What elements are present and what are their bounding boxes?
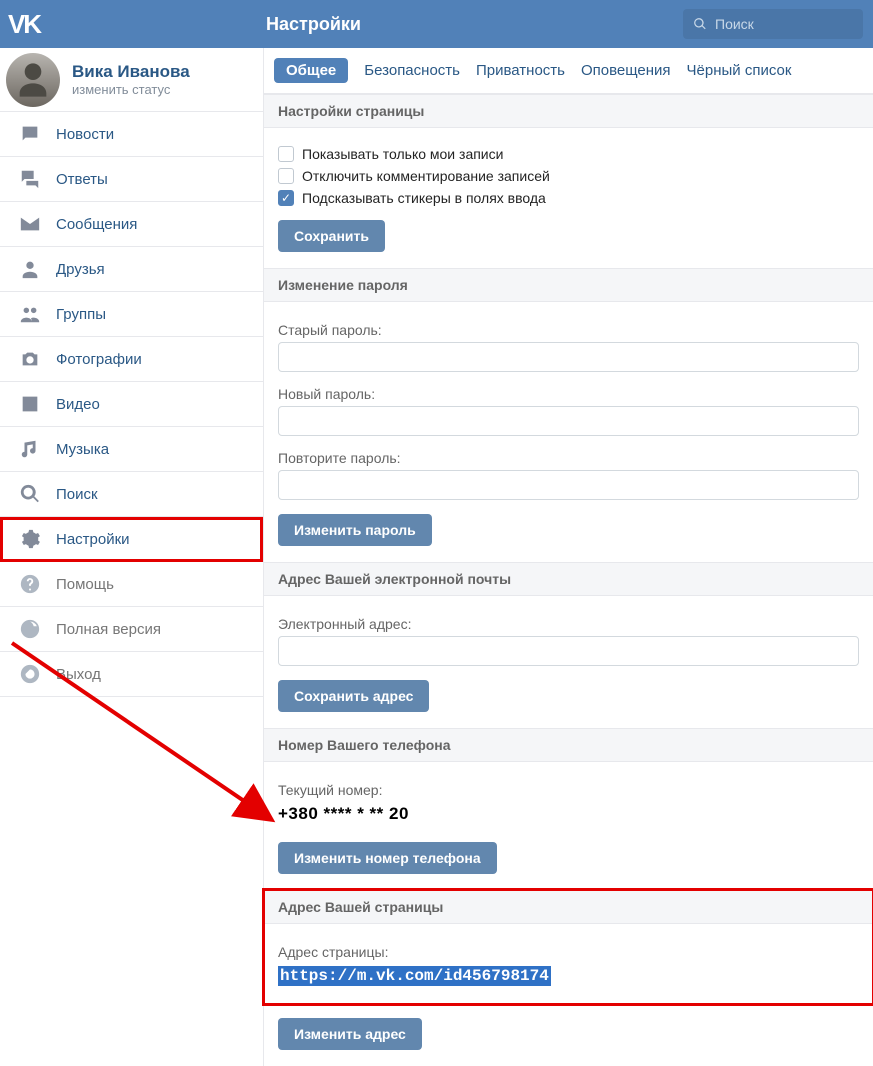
search-input[interactable]: Поиск: [683, 9, 863, 39]
checkbox-stickers[interactable]: Подсказывать стикеры в полях ввода: [278, 190, 859, 206]
sidebar-item-fullversion[interactable]: Полная версия: [0, 607, 263, 652]
sidebar: Вика Иванова изменить статус Новости Отв…: [0, 48, 263, 1066]
sidebar-item-label: Видео: [56, 396, 100, 413]
section-header-page: Настройки страницы: [264, 94, 873, 128]
sidebar-item-label: Друзья: [56, 261, 105, 278]
sidebar-item-label: Фотографии: [56, 351, 142, 368]
vk-logo[interactable]: VK: [0, 0, 48, 48]
sidebar-item-label: Выход: [56, 666, 101, 683]
page-url[interactable]: https://m.vk.com/id456798174: [278, 966, 551, 986]
sidebar-item-friends[interactable]: Друзья: [0, 247, 263, 292]
sidebar-item-label: Настройки: [56, 531, 130, 548]
sidebar-item-help[interactable]: Помощь: [0, 562, 263, 607]
sidebar-item-label: Ответы: [56, 171, 108, 188]
change-password-button[interactable]: Изменить пароль: [278, 514, 432, 546]
section-header-phone: Номер Вашего телефона: [264, 728, 873, 762]
music-icon: [18, 437, 42, 461]
profile-block[interactable]: Вика Иванова изменить статус: [0, 48, 263, 112]
sidebar-item-label: Новости: [56, 126, 114, 143]
change-phone-button[interactable]: Изменить номер телефона: [278, 842, 497, 874]
page-title: Настройки: [48, 14, 361, 35]
film-icon: [18, 392, 42, 416]
sidebar-item-label: Поиск: [56, 486, 98, 503]
search-icon: [693, 17, 707, 31]
tab-privacy[interactable]: Приватность: [476, 62, 565, 79]
envelope-icon: [18, 212, 42, 236]
help-icon: [18, 572, 42, 596]
globe-icon: [18, 617, 42, 641]
address-highlighted-section: Адрес Вашей страницы Адрес страницы: htt…: [264, 890, 873, 1004]
sidebar-item-settings[interactable]: Настройки: [0, 517, 263, 562]
new-password-input[interactable]: [278, 406, 859, 436]
main-area: Общее Безопасность Приватность Оповещени…: [263, 48, 873, 1066]
sidebar-item-label: Помощь: [56, 576, 114, 593]
address-label: Адрес страницы:: [278, 944, 859, 960]
profile-status[interactable]: изменить статус: [72, 82, 190, 97]
email-input[interactable]: [278, 636, 859, 666]
top-bar: VK Настройки Поиск: [0, 0, 873, 48]
sidebar-item-label: Группы: [56, 306, 106, 323]
sidebar-item-replies[interactable]: Ответы: [0, 157, 263, 202]
tab-general[interactable]: Общее: [274, 58, 348, 83]
tab-notifications[interactable]: Оповещения: [581, 62, 671, 79]
checkbox-label: Отключить комментирование записей: [302, 168, 550, 184]
profile-name[interactable]: Вика Иванова: [72, 62, 190, 82]
camera-icon: [18, 347, 42, 371]
avatar[interactable]: [6, 53, 60, 107]
sidebar-item-label: Полная версия: [56, 621, 161, 638]
sidebar-item-music[interactable]: Музыка: [0, 427, 263, 472]
logout-icon: [18, 662, 42, 686]
checkbox-show-mine[interactable]: Показывать только мои записи: [278, 146, 859, 162]
sidebar-item-photos[interactable]: Фотографии: [0, 337, 263, 382]
email-label: Электронный адрес:: [278, 616, 859, 632]
sidebar-item-groups[interactable]: Группы: [0, 292, 263, 337]
old-password-input[interactable]: [278, 342, 859, 372]
section-header-address: Адрес Вашей страницы: [264, 890, 873, 924]
section-header-email: Адрес Вашей электронной почты: [264, 562, 873, 596]
user-icon: [18, 257, 42, 281]
tab-security[interactable]: Безопасность: [364, 62, 460, 79]
checkbox-label: Подсказывать стикеры в полях ввода: [302, 190, 546, 206]
checkbox-disable-comments[interactable]: Отключить комментирование записей: [278, 168, 859, 184]
search-placeholder: Поиск: [715, 16, 754, 32]
sidebar-item-label: Сообщения: [56, 216, 137, 233]
tab-blacklist[interactable]: Чёрный список: [687, 62, 792, 79]
old-password-label: Старый пароль:: [278, 322, 859, 338]
new-password-label: Новый пароль:: [278, 386, 859, 402]
save-email-button[interactable]: Сохранить адрес: [278, 680, 429, 712]
change-address-button[interactable]: Изменить адрес: [278, 1018, 422, 1050]
save-button[interactable]: Сохранить: [278, 220, 385, 252]
sidebar-item-video[interactable]: Видео: [0, 382, 263, 427]
sidebar-item-label: Музыка: [56, 441, 109, 458]
gear-icon: [18, 527, 42, 551]
sidebar-item-search[interactable]: Поиск: [0, 472, 263, 517]
section-header-password: Изменение пароля: [264, 268, 873, 302]
search-icon: [18, 482, 42, 506]
speech-icon: [18, 122, 42, 146]
bubbles-icon: [18, 167, 42, 191]
repeat-password-label: Повторите пароль:: [278, 450, 859, 466]
sidebar-item-news[interactable]: Новости: [0, 112, 263, 157]
tabs: Общее Безопасность Приватность Оповещени…: [264, 48, 873, 94]
phone-label: Текущий номер:: [278, 782, 859, 798]
repeat-password-input[interactable]: [278, 470, 859, 500]
phone-value: +380 **** * ** 20: [278, 804, 859, 824]
sidebar-item-logout[interactable]: Выход: [0, 652, 263, 697]
checkbox-label: Показывать только мои записи: [302, 146, 503, 162]
users-icon: [18, 302, 42, 326]
sidebar-item-messages[interactable]: Сообщения: [0, 202, 263, 247]
